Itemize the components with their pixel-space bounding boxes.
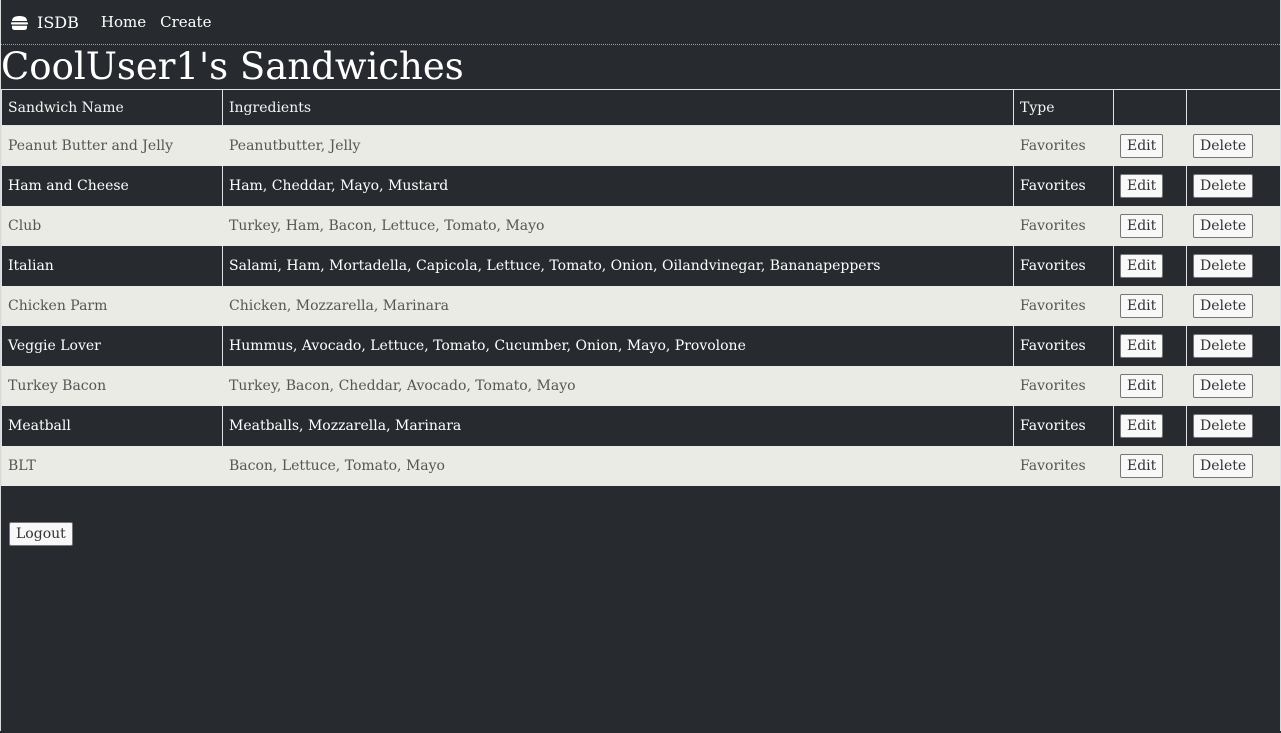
- type-cell: Favorites: [1013, 166, 1114, 206]
- table-row: Turkey Bacon Turkey, Bacon, Cheddar, Avoc…: [1, 366, 1281, 406]
- table-row: BLT Bacon, Lettuce, Tomato, Mayo Favorites…: [1, 446, 1281, 486]
- delete-cell: Delete: [1186, 125, 1281, 166]
- delete-cell: Delete: [1186, 406, 1281, 446]
- delete-cell: Delete: [1186, 206, 1281, 246]
- ingredients-cell: Peanutbutter, Jelly: [222, 125, 1014, 166]
- delete-cell: Delete: [1186, 286, 1281, 326]
- edit-cell: Edit: [1113, 286, 1187, 326]
- ingredients-cell: Bacon, Lettuce, Tomato, Mayo: [222, 446, 1014, 486]
- type-cell: Favorites: [1013, 446, 1114, 486]
- sandwich-name-cell: Italian: [1, 246, 223, 286]
- sandwich-name-cell: Turkey Bacon: [1, 366, 223, 406]
- ingredients-cell: Hummus, Avocado, Lettuce, Tomato, Cucumb…: [222, 326, 1014, 366]
- table-row: Club Turkey, Ham, Bacon, Lettuce, Tomato,…: [1, 206, 1281, 246]
- delete-button[interactable]: Delete: [1193, 254, 1254, 278]
- sandwich-name-cell: Chicken Parm: [1, 286, 223, 326]
- table-row: Ham and Cheese Ham, Cheddar, Mayo, Mustar…: [1, 166, 1281, 206]
- sandwich-name-cell: Meatball: [1, 406, 223, 446]
- type-cell: Favorites: [1013, 406, 1114, 446]
- edit-button[interactable]: Edit: [1120, 254, 1164, 278]
- header-delete-column: [1186, 89, 1281, 126]
- navbar: ISDB Home Create: [1, 0, 1280, 45]
- delete-button[interactable]: Delete: [1193, 374, 1254, 398]
- header-type: Type: [1013, 89, 1114, 126]
- header-edit-column: [1113, 89, 1187, 126]
- nav-home-link[interactable]: Home: [101, 13, 146, 31]
- table-row: Italian Salami, Ham, Mortadella, Capicola…: [1, 246, 1281, 286]
- edit-button[interactable]: Edit: [1120, 294, 1164, 318]
- table-header-row: Sandwich Name Ingredients Type: [1, 89, 1281, 126]
- type-cell: Favorites: [1013, 326, 1114, 366]
- ingredients-cell: Turkey, Bacon, Cheddar, Avocado, Tomato,…: [222, 366, 1014, 406]
- nav-create-link[interactable]: Create: [160, 13, 211, 31]
- ingredients-cell: Turkey, Ham, Bacon, Lettuce, Tomato, May…: [222, 206, 1014, 246]
- edit-button[interactable]: Edit: [1120, 374, 1164, 398]
- sandwich-name-cell: BLT: [1, 446, 223, 486]
- edit-button[interactable]: Edit: [1120, 214, 1164, 238]
- header-ingredients: Ingredients: [222, 89, 1014, 126]
- edit-button[interactable]: Edit: [1120, 414, 1164, 438]
- edit-cell: Edit: [1113, 326, 1187, 366]
- delete-cell: Delete: [1186, 366, 1281, 406]
- table-row: Peanut Butter and Jelly Peanutbutter, Jel…: [1, 125, 1281, 166]
- edit-cell: Edit: [1113, 246, 1187, 286]
- delete-button[interactable]: Delete: [1193, 134, 1254, 158]
- page-title: CoolUser1's Sandwiches: [1, 45, 464, 88]
- type-cell: Favorites: [1013, 206, 1114, 246]
- edit-cell: Edit: [1113, 125, 1187, 166]
- delete-button[interactable]: Delete: [1193, 174, 1254, 198]
- delete-cell: Delete: [1186, 326, 1281, 366]
- brand-label: ISDB: [37, 12, 79, 32]
- edit-cell: Edit: [1113, 166, 1187, 206]
- table-row: Meatball Meatballs, Mozzarella, Marinara F…: [1, 406, 1281, 446]
- sandwich-name-cell: Club: [1, 206, 223, 246]
- ingredients-cell: Salami, Ham, Mortadella, Capicola, Lettu…: [222, 246, 1014, 286]
- delete-cell: Delete: [1186, 246, 1281, 286]
- edit-button[interactable]: Edit: [1120, 454, 1164, 478]
- logout-button[interactable]: Logout: [9, 522, 73, 546]
- ingredients-cell: Chicken, Mozzarella, Marinara: [222, 286, 1014, 326]
- edit-button[interactable]: Edit: [1120, 174, 1164, 198]
- type-cell: Favorites: [1013, 366, 1114, 406]
- ingredients-cell: Meatballs, Mozzarella, Marinara: [222, 406, 1014, 446]
- ingredients-cell: Ham, Cheddar, Mayo, Mustard: [222, 166, 1014, 206]
- brand-link[interactable]: ISDB: [11, 13, 79, 32]
- delete-button[interactable]: Delete: [1193, 214, 1254, 238]
- delete-button[interactable]: Delete: [1193, 334, 1254, 358]
- edit-cell: Edit: [1113, 406, 1187, 446]
- sandwich-table: Sandwich Name Ingredients Type Peanut Bu…: [1, 89, 1281, 486]
- edit-cell: Edit: [1113, 366, 1187, 406]
- table-body: Peanut Butter and Jelly Peanutbutter, Jel…: [1, 125, 1281, 486]
- type-cell: Favorites: [1013, 286, 1114, 326]
- edit-button[interactable]: Edit: [1120, 134, 1164, 158]
- table-row: Chicken Parm Chicken, Mozzarella, Marinar…: [1, 286, 1281, 326]
- delete-cell: Delete: [1186, 446, 1281, 486]
- delete-button[interactable]: Delete: [1193, 454, 1254, 478]
- sandwich-name-cell: Peanut Butter and Jelly: [1, 125, 223, 166]
- delete-cell: Delete: [1186, 166, 1281, 206]
- edit-button[interactable]: Edit: [1120, 334, 1164, 358]
- sandwich-name-cell: Veggie Lover: [1, 326, 223, 366]
- edit-cell: Edit: [1113, 446, 1187, 486]
- type-cell: Favorites: [1013, 246, 1114, 286]
- header-sandwich-name: Sandwich Name: [1, 89, 223, 126]
- delete-button[interactable]: Delete: [1193, 414, 1254, 438]
- sandwich-name-cell: Ham and Cheese: [1, 166, 223, 206]
- delete-button[interactable]: Delete: [1193, 294, 1254, 318]
- edit-cell: Edit: [1113, 206, 1187, 246]
- table-row: Veggie Lover Hummus, Avocado, Lettuce, To…: [1, 326, 1281, 366]
- hamburger-sandwich-icon: [11, 15, 28, 30]
- type-cell: Favorites: [1013, 125, 1114, 166]
